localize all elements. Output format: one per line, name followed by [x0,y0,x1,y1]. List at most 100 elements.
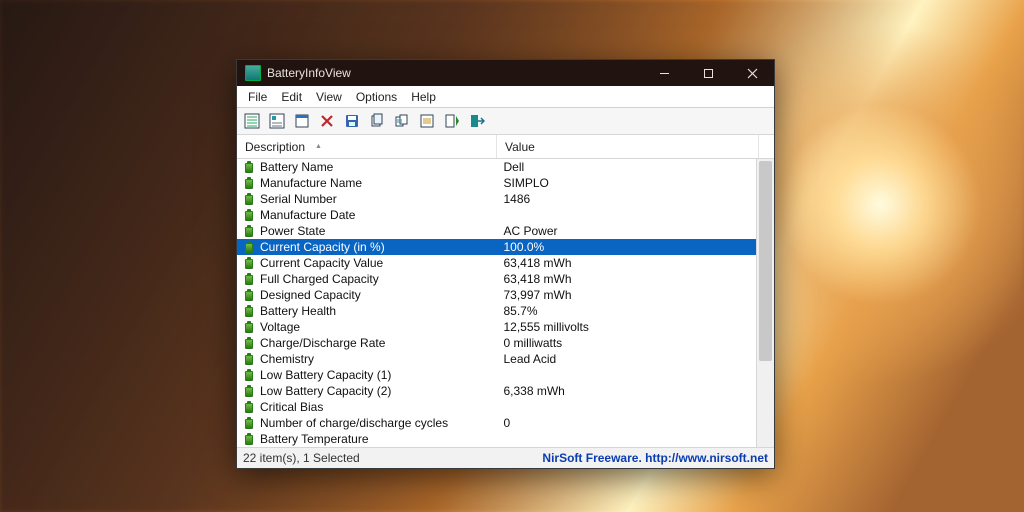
cell-value: 0 milliwatts [496,335,757,351]
toolbar-copy-icon[interactable] [366,110,388,132]
cell-value: Dell [496,159,757,175]
menu-options[interactable]: Options [349,88,404,106]
scrollbar-thumb[interactable] [759,161,772,361]
table-row[interactable]: Number of charge/discharge cycles0 [237,415,756,431]
menubar: File Edit View Options Help [237,86,774,108]
table-row[interactable]: Battery Health 85.7% [237,303,756,319]
table-row[interactable]: Battery Name Dell [237,159,756,175]
list-area: Battery Name DellManufacture NameSIMPLOSe… [237,159,774,447]
cell-description-text: Battery Health [260,304,336,318]
table-row[interactable]: Manufacture Date [237,207,756,223]
cell-value: 1486 [496,191,757,207]
toolbar-refresh-icon[interactable] [416,110,438,132]
window-title: BatteryInfoView [267,66,642,80]
close-button[interactable] [730,60,774,86]
table-row[interactable]: Low Battery Capacity (2)6,338 mWh [237,383,756,399]
toolbar-delete-icon[interactable] [316,110,338,132]
sort-ascending-icon: ▲ [315,143,322,150]
table-row[interactable]: Serial Number 1486 [237,191,756,207]
list[interactable]: Battery Name DellManufacture NameSIMPLOSe… [237,159,756,447]
battery-icon [245,161,255,173]
cell-value-text: 73,997 mWh [504,288,572,302]
titlebar[interactable]: BatteryInfoView [237,60,774,86]
column-header-row: Description ▲ Value [237,135,774,159]
cell-value [496,207,757,223]
cell-value-text: 1486 [504,192,531,206]
cell-description-text: Battery Name [260,160,333,174]
cell-description-text: Low Battery Capacity (2) [260,384,391,398]
cell-description: Chemistry [237,351,496,367]
app-window: BatteryInfoView File Edit View Options H… [236,59,775,469]
table-row[interactable]: Manufacture NameSIMPLO [237,175,756,191]
table-row[interactable]: Full Charged Capacity63,418 mWh [237,271,756,287]
vertical-scrollbar[interactable] [756,159,774,447]
battery-icon [245,177,255,189]
cell-value: AC Power [496,223,757,239]
menu-help[interactable]: Help [404,88,443,106]
maximize-button[interactable] [686,60,730,86]
cell-value-text: 0 milliwatts [504,336,563,350]
toolbar-view-list-icon[interactable] [241,110,263,132]
cell-description-text: Critical Bias [260,400,323,414]
minimize-button[interactable] [642,60,686,86]
table-row[interactable]: Current Capacity Value63,418 mWh [237,255,756,271]
battery-icon [245,433,255,445]
toolbar-options-icon[interactable] [441,110,463,132]
battery-icon [245,337,255,349]
column-header-value[interactable]: Value [497,135,759,158]
cell-description-text: Power State [260,224,325,238]
menu-view[interactable]: View [309,88,349,106]
battery-icon [245,273,255,285]
cell-description: Battery Name [237,159,496,175]
cell-description: Current Capacity (in %) [237,239,496,255]
cell-value-text: 100.0% [504,240,545,254]
cell-value [496,431,757,447]
cell-description: Serial Number [237,191,496,207]
battery-icon [245,241,255,253]
table-row[interactable]: Battery Temperature [237,431,756,447]
battery-icon [245,401,255,413]
cell-description: Charge/Discharge Rate [237,335,496,351]
battery-icon [245,209,255,221]
cell-description: Battery Health [237,303,496,319]
battery-icon [245,417,255,429]
menu-edit[interactable]: Edit [274,88,309,106]
cell-description: Power State [237,223,496,239]
cell-description: Number of charge/discharge cycles [237,415,496,431]
cell-description-text: Battery Temperature [260,432,369,446]
toolbar-properties-icon[interactable] [291,110,313,132]
table-row[interactable]: Current Capacity (in %) 100.0% [237,239,756,255]
cell-description-text: Serial Number [260,192,337,206]
status-freeware-link[interactable]: NirSoft Freeware. http://www.nirsoft.net [542,451,768,465]
battery-icon [245,321,255,333]
battery-icon [245,257,255,269]
toolbar-copy-row-icon[interactable] [391,110,413,132]
cell-value-text: Lead Acid [504,352,557,366]
table-row[interactable]: Designed Capacity73,997 mWh [237,287,756,303]
table-row[interactable]: Power State AC Power [237,223,756,239]
cell-value: SIMPLO [496,175,757,191]
menu-file[interactable]: File [241,88,274,106]
cell-description-text: Low Battery Capacity (1) [260,368,391,382]
column-header-description[interactable]: Description ▲ [237,135,497,158]
cell-value [496,399,757,415]
cell-description-text: Number of charge/discharge cycles [260,416,448,430]
table-row[interactable]: Critical Bias [237,399,756,415]
cell-description: Critical Bias [237,399,496,415]
cell-description-text: Current Capacity (in %) [260,240,385,254]
toolbar-view-detail-icon[interactable] [266,110,288,132]
battery-icon [245,305,255,317]
status-right-prefix: NirSoft Freeware. [542,451,645,465]
table-row[interactable]: Charge/Discharge Rate 0 milliwatts [237,335,756,351]
cell-description-text: Current Capacity Value [260,256,383,270]
cell-value: 85.7% [496,303,757,319]
status-link-url[interactable]: http://www.nirsoft.net [645,451,768,465]
table-row[interactable]: Voltage12,555 millivolts [237,319,756,335]
battery-icon [245,353,255,365]
toolbar-exit-icon[interactable] [466,110,488,132]
cell-description: Low Battery Capacity (1) [237,367,496,383]
cell-description-text: Full Charged Capacity [260,272,379,286]
toolbar-save-icon[interactable] [341,110,363,132]
table-row[interactable]: Chemistry Lead Acid [237,351,756,367]
table-row[interactable]: Low Battery Capacity (1) [237,367,756,383]
